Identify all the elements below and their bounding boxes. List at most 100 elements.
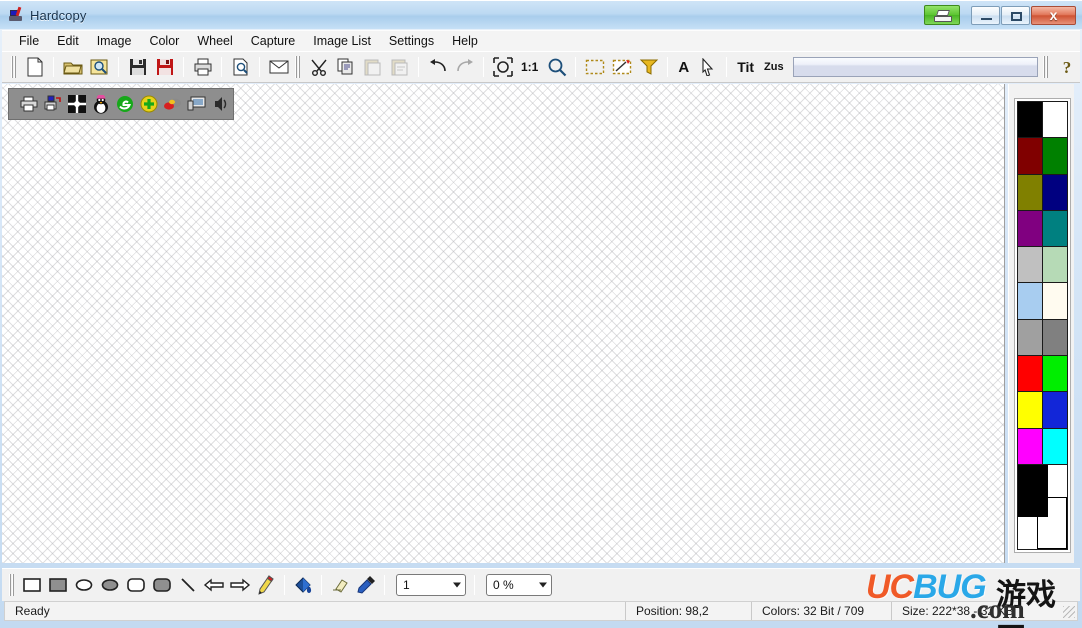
additional-button[interactable]: Zus <box>760 55 788 79</box>
pointer-tool-icon[interactable] <box>695 55 720 79</box>
menu-item-wheel[interactable]: Wheel <box>188 32 241 50</box>
toolbar-grip-3[interactable] <box>1043 56 1050 78</box>
region-select-icon[interactable] <box>609 55 634 79</box>
palette-swatch[interactable] <box>1018 320 1043 355</box>
color-replace-icon[interactable] <box>636 55 661 79</box>
ellipse-outline-tool[interactable] <box>71 573 97 597</box>
add-icon[interactable] <box>137 92 161 116</box>
fill-bucket-tool[interactable] <box>290 573 316 597</box>
palette-swatch[interactable] <box>1018 138 1043 173</box>
menu-item-color[interactable]: Color <box>140 32 188 50</box>
palette-swatch[interactable] <box>1043 138 1067 173</box>
chevron-down-icon-2 <box>539 583 547 588</box>
zoom-actual-size-label[interactable]: 1:1 <box>517 55 542 79</box>
chevron-down-icon <box>453 583 461 588</box>
palette-swatch[interactable] <box>1018 175 1043 210</box>
print-preview-icon[interactable] <box>228 55 253 79</box>
image-canvas[interactable] <box>2 84 1005 563</box>
open-folder-icon[interactable] <box>60 55 85 79</box>
toolbar-grip-2[interactable] <box>295 56 302 78</box>
bottom-toolbar-grip[interactable] <box>9 574 16 596</box>
arrow-left-tool[interactable] <box>201 573 227 597</box>
eyedropper-tool[interactable] <box>353 573 379 597</box>
rounded-rect-filled-tool[interactable] <box>149 573 175 597</box>
rectangle-outline-tool[interactable] <box>19 573 45 597</box>
menu-item-capture[interactable]: Capture <box>242 32 304 50</box>
menu-item-settings[interactable]: Settings <box>380 32 443 50</box>
palette-swatch[interactable] <box>1043 320 1067 355</box>
print-icon[interactable] <box>190 55 215 79</box>
menu-item-edit[interactable]: Edit <box>48 32 88 50</box>
capture-float-toolbar[interactable] <box>8 88 234 120</box>
palette-swatch[interactable] <box>1043 283 1067 318</box>
network-printer-icon[interactable] <box>41 92 65 116</box>
hardcopy-app-icon <box>8 7 24 23</box>
rectangle-filled-tool[interactable] <box>45 573 71 597</box>
palette-swatch[interactable] <box>1043 429 1067 464</box>
palette-swatch[interactable] <box>1018 429 1043 464</box>
mail-icon[interactable] <box>266 55 291 79</box>
save-as-icon[interactable] <box>152 55 177 79</box>
palette-row <box>1018 320 1067 356</box>
resize-grip[interactable] <box>1063 606 1075 618</box>
line-tool[interactable] <box>175 573 201 597</box>
transparency-dropdown[interactable]: 0 % <box>486 574 552 596</box>
status-bar: Ready Position: 98,2 Colors: 32 Bit / 70… <box>4 601 1078 621</box>
color-palette-panel <box>1008 84 1074 563</box>
toolbar-grip[interactable] <box>11 56 18 78</box>
ellipse-filled-tool[interactable] <box>97 573 123 597</box>
line-width-dropdown[interactable]: 1 <box>396 574 466 596</box>
browser-icon[interactable] <box>113 92 137 116</box>
palette-swatch[interactable] <box>1018 102 1043 137</box>
title-button[interactable]: Tit <box>733 55 758 79</box>
print-capture-icon[interactable] <box>17 92 41 116</box>
toolbar-text-field[interactable] <box>793 57 1038 77</box>
palette-swatch[interactable] <box>1043 247 1067 282</box>
open-preview-icon[interactable] <box>87 55 112 79</box>
palette-swatch[interactable] <box>1018 283 1043 318</box>
zoom-icon[interactable] <box>544 55 569 79</box>
rounded-rect-outline-tool[interactable] <box>123 573 149 597</box>
palette-swatch[interactable] <box>1018 247 1043 282</box>
zoom-fit-icon[interactable] <box>490 55 515 79</box>
palette-swatch[interactable] <box>1043 102 1067 137</box>
palette-swatch[interactable] <box>1043 175 1067 210</box>
cut-icon[interactable] <box>306 55 331 79</box>
copy-icon[interactable] <box>333 55 358 79</box>
foreground-background-swatch[interactable] <box>1018 465 1067 549</box>
palette-row <box>1018 429 1067 465</box>
palette-swatch[interactable] <box>1018 356 1043 391</box>
palette-swatch[interactable] <box>1043 356 1067 391</box>
color-palette[interactable] <box>1014 98 1071 553</box>
palette-swatch[interactable] <box>1018 211 1043 246</box>
screen-capture-icon[interactable] <box>185 92 209 116</box>
maximize-button[interactable] <box>1001 6 1030 25</box>
palette-icon[interactable] <box>161 92 185 116</box>
help-icon[interactable]: ? <box>1054 55 1079 79</box>
eraser-tool[interactable] <box>327 573 353 597</box>
foreground-color-swatch[interactable] <box>1018 465 1048 517</box>
penguin-icon[interactable] <box>89 92 113 116</box>
menu-item-file[interactable]: File <box>10 32 48 50</box>
palette-swatch[interactable] <box>1043 392 1067 427</box>
text-tool-icon[interactable]: A <box>674 55 693 79</box>
quick-capture-button[interactable] <box>924 5 960 25</box>
speaker-icon[interactable] <box>209 92 233 116</box>
close-button[interactable]: x <box>1031 6 1076 25</box>
save-icon[interactable] <box>125 55 150 79</box>
window-title: Hardcopy <box>30 8 86 23</box>
pencil-tool[interactable] <box>253 573 279 597</box>
minimize-button[interactable] <box>971 6 1000 25</box>
status-size: Size: 222*38 - 32 KB <box>891 602 1077 620</box>
rectangle-select-icon[interactable] <box>582 55 607 79</box>
undo-icon[interactable] <box>425 55 450 79</box>
menu-item-image[interactable]: Image <box>88 32 141 50</box>
palette-swatch[interactable] <box>1043 211 1067 246</box>
crosshair-capture-icon[interactable] <box>65 92 89 116</box>
arrow-right-tool[interactable] <box>227 573 253 597</box>
new-document-icon[interactable] <box>22 55 47 79</box>
menu-item-image-list[interactable]: Image List <box>304 32 380 50</box>
palette-row <box>1018 247 1067 283</box>
menu-item-help[interactable]: Help <box>443 32 487 50</box>
palette-swatch[interactable] <box>1018 392 1043 427</box>
